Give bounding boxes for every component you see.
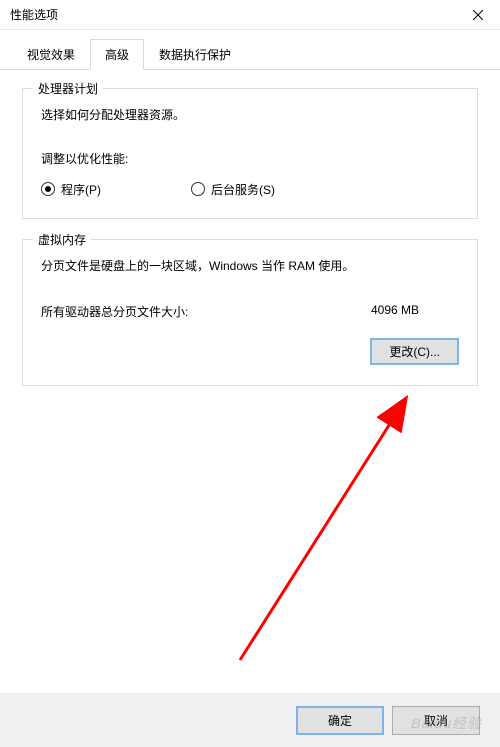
radio-row: 程序(P) 后台服务(S)	[41, 181, 459, 198]
vmem-group-title: 虚拟内存	[33, 231, 91, 248]
close-icon	[473, 10, 483, 20]
vmem-description: 分页文件是硬盘上的一块区域，Windows 当作 RAM 使用。	[41, 258, 459, 275]
vmem-total-label: 所有驱动器总分页文件大小:	[41, 303, 188, 320]
annotation-arrow	[210, 390, 430, 670]
vmem-total-row: 所有驱动器总分页文件大小: 4096 MB	[41, 303, 459, 320]
processor-group-title: 处理器计划	[33, 80, 103, 97]
ok-button[interactable]: 确定	[296, 706, 384, 735]
tab-bar: 视觉效果 高级 数据执行保护	[0, 30, 500, 70]
change-button-row: 更改(C)...	[41, 338, 459, 365]
radio-background-label: 后台服务(S)	[211, 181, 275, 198]
close-button[interactable]	[455, 0, 500, 30]
tab-visual-effects[interactable]: 视觉效果	[12, 39, 90, 70]
processor-scheduling-group: 处理器计划 选择如何分配处理器资源。 调整以优化性能: 程序(P) 后台服务(S…	[22, 88, 478, 219]
adjust-label: 调整以优化性能:	[41, 150, 459, 167]
radio-icon	[41, 182, 55, 196]
radio-background[interactable]: 后台服务(S)	[191, 181, 275, 198]
change-button[interactable]: 更改(C)...	[370, 338, 459, 365]
window-title: 性能选项	[10, 6, 58, 23]
tab-advanced[interactable]: 高级	[90, 39, 144, 70]
radio-programs-label: 程序(P)	[61, 181, 101, 198]
content-area: 处理器计划 选择如何分配处理器资源。 调整以优化性能: 程序(P) 后台服务(S…	[0, 70, 500, 424]
vmem-total-value: 4096 MB	[371, 303, 419, 320]
processor-description: 选择如何分配处理器资源。	[41, 107, 459, 124]
virtual-memory-group: 虚拟内存 分页文件是硬盘上的一块区域，Windows 当作 RAM 使用。 所有…	[22, 239, 478, 386]
radio-programs[interactable]: 程序(P)	[41, 181, 101, 198]
radio-icon	[191, 182, 205, 196]
cancel-button[interactable]: 取消	[392, 706, 480, 735]
tab-dep[interactable]: 数据执行保护	[144, 39, 246, 70]
titlebar: 性能选项	[0, 0, 500, 30]
footer: 确定 取消	[0, 693, 500, 747]
